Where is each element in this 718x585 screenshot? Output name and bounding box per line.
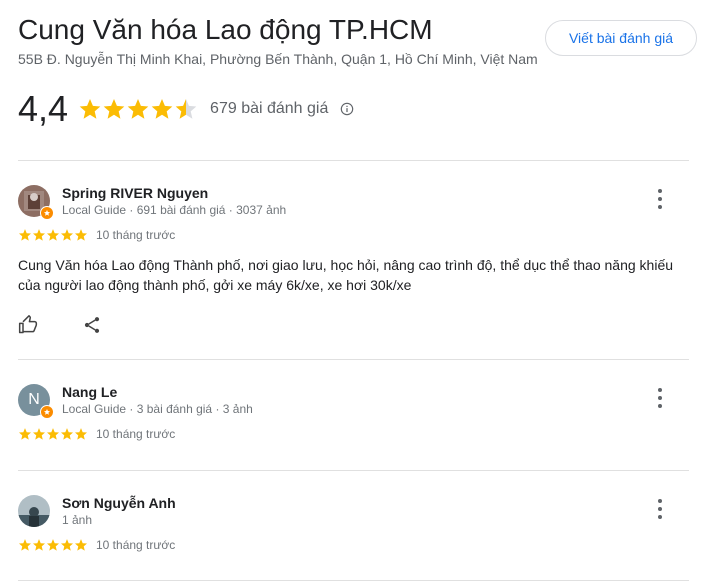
star-icon bbox=[18, 539, 32, 551]
divider bbox=[18, 470, 689, 471]
reviewer-name[interactable]: Nang Le bbox=[62, 384, 117, 400]
review-stars bbox=[18, 427, 88, 441]
review-time: 10 tháng trước bbox=[96, 228, 176, 242]
star-icon bbox=[32, 539, 46, 551]
write-review-button[interactable]: Viết bài đánh giá bbox=[545, 20, 697, 56]
local-guide-badge bbox=[40, 206, 54, 220]
review-time: 10 tháng trước bbox=[96, 427, 176, 441]
star-icon bbox=[32, 428, 46, 440]
star-icon bbox=[46, 428, 60, 440]
star-icon bbox=[18, 229, 32, 241]
place-title: Cung Văn hóa Lao động TP.HCM bbox=[18, 14, 433, 45]
avatar[interactable] bbox=[18, 185, 54, 220]
reviewer-meta: 1 ảnh bbox=[62, 513, 93, 527]
star-icon bbox=[46, 539, 60, 551]
rating-stars bbox=[78, 97, 198, 121]
review-stars bbox=[18, 538, 88, 552]
avatar[interactable]: N bbox=[18, 384, 54, 419]
rating-summary: 4,4 679 bài đánh giá bbox=[18, 88, 354, 130]
star-icon bbox=[32, 229, 46, 241]
star-half-icon bbox=[175, 99, 197, 119]
thumb-up-icon[interactable] bbox=[18, 315, 38, 335]
reviewer-name[interactable]: Sơn Nguyễn Anh bbox=[62, 495, 176, 511]
more-vert-icon[interactable] bbox=[650, 499, 670, 519]
star-icon bbox=[60, 229, 74, 241]
star-icon bbox=[60, 428, 74, 440]
star-icon bbox=[151, 99, 173, 119]
avatar[interactable] bbox=[18, 495, 50, 527]
review-rating: 10 tháng trước bbox=[18, 427, 175, 441]
rating-value: 4,4 bbox=[18, 88, 69, 129]
divider bbox=[18, 160, 689, 161]
more-vert-icon[interactable] bbox=[650, 388, 670, 408]
review-card: Sơn Nguyễn Anh 1 ảnh 10 tháng trước bbox=[18, 495, 698, 565]
review-actions bbox=[18, 315, 102, 335]
avatar-photo bbox=[18, 495, 50, 527]
review-card: Spring RIVER Nguyen Local Guide · 691 bà… bbox=[18, 185, 698, 345]
star-icon bbox=[127, 99, 149, 119]
reviewer-meta: Local Guide · 691 bài đánh giá · 3037 ản… bbox=[62, 203, 287, 217]
review-rating: 10 tháng trước bbox=[18, 228, 175, 242]
star-icon bbox=[46, 229, 60, 241]
divider bbox=[18, 580, 689, 581]
review-stars bbox=[18, 228, 88, 242]
star-icon bbox=[74, 428, 88, 440]
star-icon bbox=[18, 428, 32, 440]
local-guide-badge bbox=[40, 405, 54, 419]
star-icon bbox=[74, 539, 88, 551]
review-time: 10 tháng trước bbox=[96, 538, 176, 552]
divider bbox=[18, 359, 689, 360]
reviewer-meta: Local Guide · 3 bài đánh giá · 3 ảnh bbox=[62, 402, 253, 416]
place-address: 55B Đ. Nguyễn Thị Minh Khai, Phường Bến … bbox=[18, 51, 538, 67]
review-text: Cung Văn hóa Lao động Thành phố, nơi gia… bbox=[18, 257, 674, 293]
reviewer-name[interactable]: Spring RIVER Nguyen bbox=[62, 185, 208, 201]
star-icon bbox=[74, 229, 88, 241]
info-icon[interactable] bbox=[340, 102, 354, 116]
share-icon[interactable] bbox=[82, 315, 102, 335]
star-icon bbox=[103, 99, 125, 119]
review-rating: 10 tháng trước bbox=[18, 538, 175, 552]
review-count: 679 bài đánh giá bbox=[210, 100, 329, 117]
star-icon bbox=[79, 99, 101, 119]
review-card: N Nang Le Local Guide · 3 bài đánh giá ·… bbox=[18, 384, 698, 454]
more-vert-icon[interactable] bbox=[650, 189, 670, 209]
star-icon bbox=[60, 539, 74, 551]
